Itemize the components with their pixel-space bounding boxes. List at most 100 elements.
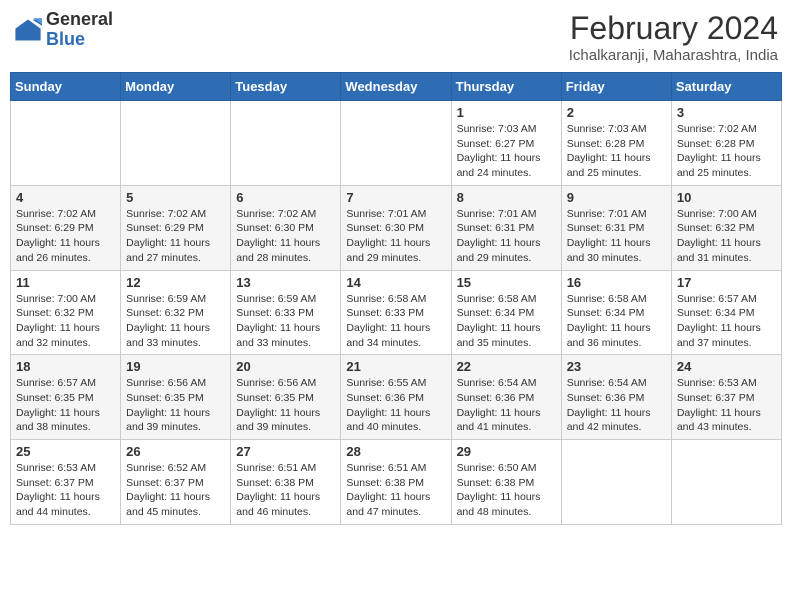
day-info: Sunrise: 7:03 AMSunset: 6:27 PMDaylight:… <box>457 122 556 181</box>
day-number: 3 <box>677 105 776 120</box>
calendar-cell: 5 Sunrise: 7:02 AMSunset: 6:29 PMDaylight… <box>121 185 231 270</box>
day-info: Sunrise: 6:57 AMSunset: 6:34 PMDaylight:… <box>677 292 776 351</box>
day-number: 19 <box>126 359 225 374</box>
day-info: Sunrise: 6:53 AMSunset: 6:37 PMDaylight:… <box>16 461 115 520</box>
calendar-cell: 17 Sunrise: 6:57 AMSunset: 6:34 PMDayligh… <box>671 270 781 355</box>
day-info: Sunrise: 7:02 AMSunset: 6:29 PMDaylight:… <box>126 207 225 266</box>
calendar-cell: 18 Sunrise: 6:57 AMSunset: 6:35 PMDayligh… <box>11 355 121 440</box>
day-number: 2 <box>567 105 666 120</box>
day-info: Sunrise: 6:50 AMSunset: 6:38 PMDaylight:… <box>457 461 556 520</box>
day-info: Sunrise: 7:02 AMSunset: 6:28 PMDaylight:… <box>677 122 776 181</box>
day-number: 18 <box>16 359 115 374</box>
weekday-header-monday: Monday <box>121 73 231 101</box>
weekday-header-thursday: Thursday <box>451 73 561 101</box>
calendar-cell: 2 Sunrise: 7:03 AMSunset: 6:28 PMDaylight… <box>561 101 671 186</box>
day-info: Sunrise: 6:51 AMSunset: 6:38 PMDaylight:… <box>346 461 445 520</box>
calendar-cell <box>231 101 341 186</box>
calendar-cell: 28 Sunrise: 6:51 AMSunset: 6:38 PMDayligh… <box>341 440 451 525</box>
day-number: 27 <box>236 444 335 459</box>
calendar-cell: 27 Sunrise: 6:51 AMSunset: 6:38 PMDayligh… <box>231 440 341 525</box>
weekday-header-friday: Friday <box>561 73 671 101</box>
day-info: Sunrise: 6:59 AMSunset: 6:33 PMDaylight:… <box>236 292 335 351</box>
day-info: Sunrise: 6:58 AMSunset: 6:34 PMDaylight:… <box>567 292 666 351</box>
day-number: 25 <box>16 444 115 459</box>
calendar-cell: 20 Sunrise: 6:56 AMSunset: 6:35 PMDayligh… <box>231 355 341 440</box>
page-header: GeneralBlue February 2024 Ichalkaranji, … <box>10 10 782 64</box>
calendar-cell: 9 Sunrise: 7:01 AMSunset: 6:31 PMDaylight… <box>561 185 671 270</box>
calendar-cell: 1 Sunrise: 7:03 AMSunset: 6:27 PMDaylight… <box>451 101 561 186</box>
day-number: 23 <box>567 359 666 374</box>
calendar-cell: 15 Sunrise: 6:58 AMSunset: 6:34 PMDayligh… <box>451 270 561 355</box>
day-info: Sunrise: 7:01 AMSunset: 6:31 PMDaylight:… <box>457 207 556 266</box>
calendar-cell <box>561 440 671 525</box>
calendar-cell <box>671 440 781 525</box>
day-number: 4 <box>16 190 115 205</box>
day-number: 6 <box>236 190 335 205</box>
day-info: Sunrise: 6:57 AMSunset: 6:35 PMDaylight:… <box>16 376 115 435</box>
day-info: Sunrise: 6:51 AMSunset: 6:38 PMDaylight:… <box>236 461 335 520</box>
calendar-cell: 10 Sunrise: 7:00 AMSunset: 6:32 PMDayligh… <box>671 185 781 270</box>
day-number: 10 <box>677 190 776 205</box>
day-number: 14 <box>346 275 445 290</box>
day-number: 15 <box>457 275 556 290</box>
calendar-cell: 4 Sunrise: 7:02 AMSunset: 6:29 PMDaylight… <box>11 185 121 270</box>
location-title: Ichalkaranji, Maharashtra, India <box>569 47 778 64</box>
calendar-cell: 13 Sunrise: 6:59 AMSunset: 6:33 PMDayligh… <box>231 270 341 355</box>
day-number: 9 <box>567 190 666 205</box>
calendar-cell <box>121 101 231 186</box>
calendar-cell: 22 Sunrise: 6:54 AMSunset: 6:36 PMDayligh… <box>451 355 561 440</box>
day-info: Sunrise: 6:59 AMSunset: 6:32 PMDaylight:… <box>126 292 225 351</box>
day-info: Sunrise: 6:56 AMSunset: 6:35 PMDaylight:… <box>236 376 335 435</box>
day-number: 17 <box>677 275 776 290</box>
day-info: Sunrise: 7:00 AMSunset: 6:32 PMDaylight:… <box>677 207 776 266</box>
day-info: Sunrise: 7:01 AMSunset: 6:30 PMDaylight:… <box>346 207 445 266</box>
calendar-cell: 6 Sunrise: 7:02 AMSunset: 6:30 PMDaylight… <box>231 185 341 270</box>
day-number: 16 <box>567 275 666 290</box>
day-info: Sunrise: 6:54 AMSunset: 6:36 PMDaylight:… <box>457 376 556 435</box>
calendar-cell: 24Sunrise: 6:53 AMSunset: 6:37 PMDayligh… <box>671 355 781 440</box>
day-number: 1 <box>457 105 556 120</box>
weekday-header-wednesday: Wednesday <box>341 73 451 101</box>
day-number: 22 <box>457 359 556 374</box>
day-info: Sunrise: 6:58 AMSunset: 6:34 PMDaylight:… <box>457 292 556 351</box>
day-number: 7 <box>346 190 445 205</box>
day-number: 12 <box>126 275 225 290</box>
day-number: 26 <box>126 444 225 459</box>
calendar-cell: 16 Sunrise: 6:58 AMSunset: 6:34 PMDayligh… <box>561 270 671 355</box>
weekday-header-tuesday: Tuesday <box>231 73 341 101</box>
day-info: Sunrise: 7:03 AMSunset: 6:28 PMDaylight:… <box>567 122 666 181</box>
day-number: 29 <box>457 444 556 459</box>
calendar-cell: 21 Sunrise: 6:55 AMSunset: 6:36 PMDayligh… <box>341 355 451 440</box>
calendar-cell: 3 Sunrise: 7:02 AMSunset: 6:28 PMDaylight… <box>671 101 781 186</box>
day-info: Sunrise: 7:01 AMSunset: 6:31 PMDaylight:… <box>567 207 666 266</box>
day-number: 21 <box>346 359 445 374</box>
calendar-cell: 23 Sunrise: 6:54 AMSunset: 6:36 PMDayligh… <box>561 355 671 440</box>
calendar-cell <box>341 101 451 186</box>
day-number: 8 <box>457 190 556 205</box>
logo-text: GeneralBlue <box>46 10 113 50</box>
calendar-cell: 29 Sunrise: 6:50 AMSunset: 6:38 PMDayligh… <box>451 440 561 525</box>
day-info: Sunrise: 7:02 AMSunset: 6:30 PMDaylight:… <box>236 207 335 266</box>
calendar-cell: 7 Sunrise: 7:01 AMSunset: 6:30 PMDaylight… <box>341 185 451 270</box>
day-info: Sunrise: 6:55 AMSunset: 6:36 PMDaylight:… <box>346 376 445 435</box>
day-info: Sunrise: 6:58 AMSunset: 6:33 PMDaylight:… <box>346 292 445 351</box>
day-info: Sunrise: 6:54 AMSunset: 6:36 PMDaylight:… <box>567 376 666 435</box>
title-area: February 2024 Ichalkaranji, Maharashtra,… <box>569 10 778 64</box>
day-number: 5 <box>126 190 225 205</box>
day-info: Sunrise: 6:52 AMSunset: 6:37 PMDaylight:… <box>126 461 225 520</box>
day-number: 13 <box>236 275 335 290</box>
calendar-cell: 8 Sunrise: 7:01 AMSunset: 6:31 PMDaylight… <box>451 185 561 270</box>
day-number: 28 <box>346 444 445 459</box>
calendar-cell: 19 Sunrise: 6:56 AMSunset: 6:35 PMDayligh… <box>121 355 231 440</box>
calendar-cell: 25 Sunrise: 6:53 AMSunset: 6:37 PMDayligh… <box>11 440 121 525</box>
calendar-cell: 14 Sunrise: 6:58 AMSunset: 6:33 PMDayligh… <box>341 270 451 355</box>
weekday-header-saturday: Saturday <box>671 73 781 101</box>
logo-icon <box>14 16 42 44</box>
day-number: 20 <box>236 359 335 374</box>
weekday-header-sunday: Sunday <box>11 73 121 101</box>
calendar-cell <box>11 101 121 186</box>
day-info: Sunrise: 7:00 AMSunset: 6:32 PMDaylight:… <box>16 292 115 351</box>
day-info: Sunrise: 6:56 AMSunset: 6:35 PMDaylight:… <box>126 376 225 435</box>
month-title: February 2024 <box>569 10 778 47</box>
day-info: Sunrise: 7:02 AMSunset: 6:29 PMDaylight:… <box>16 207 115 266</box>
